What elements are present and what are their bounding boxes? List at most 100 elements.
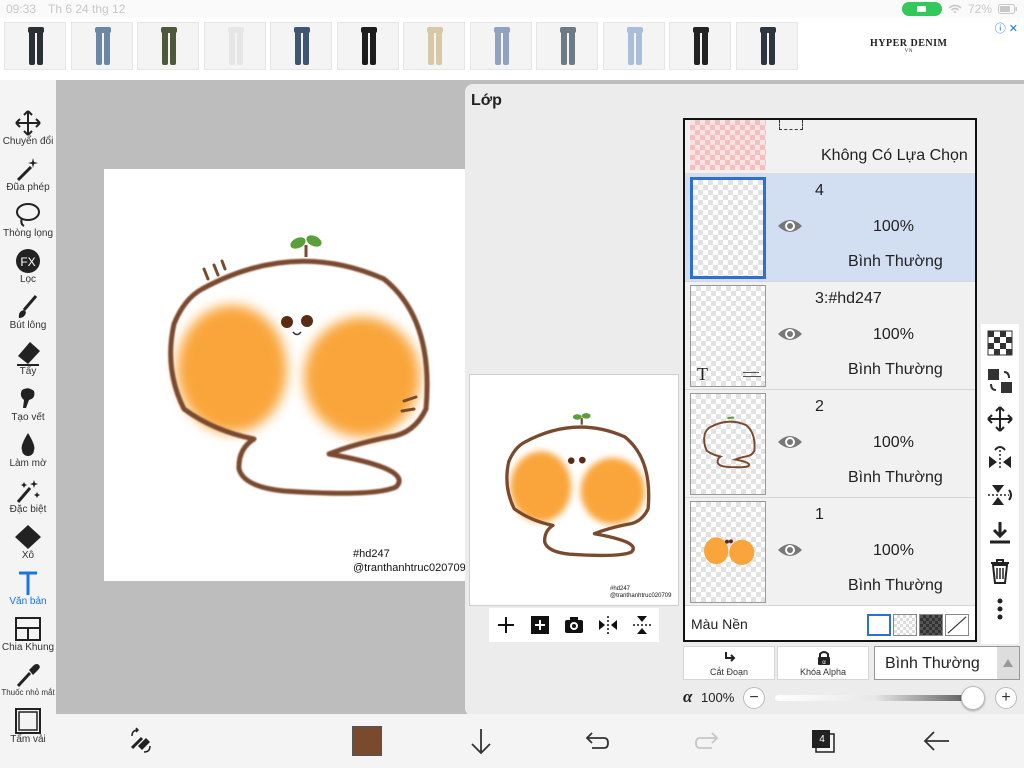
product-leg <box>768 29 775 65</box>
tool-special[interactable]: Đặc biệt <box>0 476 56 522</box>
eye-icon[interactable] <box>777 324 803 344</box>
ad-product-thumb[interactable] <box>602 22 665 70</box>
app-window: 09:33 Th 6 24 thg 12 72% HYPER DENIM VN … <box>0 0 1024 768</box>
layer-preview: #hd247 @tranthanhtruc020709 <box>469 374 679 606</box>
bg-none-swatch[interactable] <box>945 614 969 636</box>
opacity-decrease-button[interactable]: − <box>743 687 765 709</box>
tool-magic-wand[interactable]: Đũa phép <box>0 154 56 200</box>
product-leg <box>170 29 176 65</box>
ad-product-thumb[interactable] <box>70 22 133 70</box>
tool-canvas[interactable]: Tấm vải <box>0 706 56 752</box>
tool-bucket[interactable]: Xô <box>0 522 56 568</box>
layer-opacity: 100% <box>873 434 914 451</box>
product-leg <box>303 29 309 65</box>
thumb-text-line <box>743 376 761 377</box>
ad-product-thumb[interactable] <box>735 22 798 70</box>
quick-tools-icon[interactable] <box>126 726 156 756</box>
lock-icon: α <box>818 651 830 666</box>
undo-icon[interactable] <box>580 726 610 756</box>
brush-icon <box>18 295 38 318</box>
flip-rotate-icon[interactable] <box>987 444 1013 470</box>
flip-vertical-layer-icon[interactable] <box>987 482 1013 508</box>
layer-row[interactable]: 2 100% Bình Thường <box>685 390 975 498</box>
trash-icon[interactable] <box>987 558 1013 584</box>
add-layer-box-icon[interactable] <box>529 614 551 636</box>
ad-product-thumb[interactable] <box>4 22 66 70</box>
move-icon <box>15 110 41 136</box>
layer-row[interactable]: T 3:#hd247 100% Bình Thường <box>685 282 975 390</box>
tool-sidebar: Chuyển đổi Đũa phép Thòng lọng FX Lọc Bú… <box>0 80 56 768</box>
lasso-icon <box>16 203 40 227</box>
blend-mode-select[interactable]: Bình Thường <box>874 646 1020 680</box>
product-leg <box>635 29 642 65</box>
tool-brush[interactable]: Bút lông <box>0 292 56 338</box>
layer-thumb <box>690 393 766 495</box>
layers-button[interactable]: 4 <box>808 726 838 756</box>
bg-transparent-light-swatch[interactable] <box>893 614 917 636</box>
ad-product-thumb[interactable] <box>669 22 731 70</box>
text-icon <box>19 571 37 595</box>
opacity-increase-button[interactable]: + <box>995 687 1017 709</box>
tool-move[interactable]: Chuyển đổi <box>0 108 56 154</box>
checker-icon[interactable] <box>987 330 1013 356</box>
current-color-swatch[interactable] <box>352 726 382 756</box>
layer-fill-thumb <box>703 537 755 565</box>
tool-eyedropper[interactable]: Thuốc nhỏ mắt <box>0 660 56 706</box>
eye-icon[interactable] <box>777 432 803 452</box>
transform-layer-icon[interactable] <box>987 368 1013 394</box>
layer-row[interactable]: 4 100% Bình Thường <box>685 174 975 282</box>
camera-indicator-icon <box>901 2 942 16</box>
clipping-button[interactable]: Cắt Đoạn <box>683 646 775 680</box>
tool-lasso[interactable]: Thòng lọng <box>0 200 56 246</box>
eye-icon[interactable] <box>777 216 803 236</box>
move-layer-icon[interactable] <box>987 406 1013 432</box>
product-leg <box>361 29 368 65</box>
download-arrow-icon[interactable] <box>466 726 496 756</box>
layer-row[interactable]: 1 100% Bình Thường <box>685 498 975 606</box>
opacity-slider-thumb[interactable] <box>961 686 985 710</box>
redo-icon[interactable] <box>694 726 724 756</box>
ad-banner[interactable]: HYPER DENIM VN ⓘ ✕ <box>0 18 1024 80</box>
info-icon[interactable]: ⓘ ✕ <box>995 20 1018 36</box>
flip-vertical-icon[interactable] <box>631 614 653 636</box>
opacity-slider[interactable] <box>775 695 973 701</box>
ad-product-thumb[interactable] <box>336 22 399 70</box>
ad-brand[interactable]: HYPER DENIM VN <box>870 38 947 54</box>
eye-icon[interactable] <box>777 540 803 560</box>
tool-text[interactable]: Văn bản <box>0 568 56 614</box>
ad-product-thumb[interactable] <box>403 22 465 70</box>
special-icon <box>16 480 40 503</box>
add-layer-icon[interactable] <box>495 614 517 636</box>
back-arrow-icon[interactable] <box>922 726 952 756</box>
flip-horizontal-icon[interactable] <box>597 614 619 636</box>
layer-name: 1 <box>815 506 824 523</box>
bg-white-swatch[interactable] <box>867 614 891 636</box>
selection-layer-row[interactable]: Không Có Lựa Chọn <box>685 120 975 174</box>
ad-product-thumb[interactable] <box>137 22 199 70</box>
ad-product-thumb[interactable] <box>469 22 532 70</box>
tool-smudge[interactable]: Tạo vết <box>0 384 56 430</box>
product-leg <box>295 29 301 65</box>
magic-wand-icon <box>16 158 38 182</box>
tool-frame-divider[interactable]: Chia Khung <box>0 614 56 660</box>
tool-filter[interactable]: FX Lọc <box>0 246 56 292</box>
ad-product-thumb[interactable] <box>203 22 266 70</box>
fx-icon: FX <box>16 249 40 273</box>
dropdown-arrow-icon <box>997 647 1019 679</box>
drawing-canvas[interactable] <box>104 169 480 581</box>
camera-icon[interactable] <box>563 614 585 636</box>
more-options-icon[interactable] <box>987 596 1013 622</box>
ad-product-thumb[interactable] <box>270 22 332 70</box>
ad-product-thumb[interactable] <box>536 22 598 70</box>
layer-thumb: T <box>690 285 766 387</box>
tool-blur[interactable]: Làm mờ <box>0 430 56 476</box>
bg-transparent-dark-swatch[interactable] <box>919 614 943 636</box>
battery-icon <box>998 4 1017 14</box>
smudge-icon <box>20 388 35 408</box>
merge-down-icon[interactable] <box>987 520 1013 546</box>
layer-count: 4 <box>819 734 825 745</box>
bucket-icon <box>15 525 41 549</box>
preview-hashtag-text: #hd247 <box>610 586 631 592</box>
alpha-lock-button[interactable]: α Khóa Alpha <box>777 646 869 680</box>
tool-eraser[interactable]: Tẩy <box>0 338 56 384</box>
